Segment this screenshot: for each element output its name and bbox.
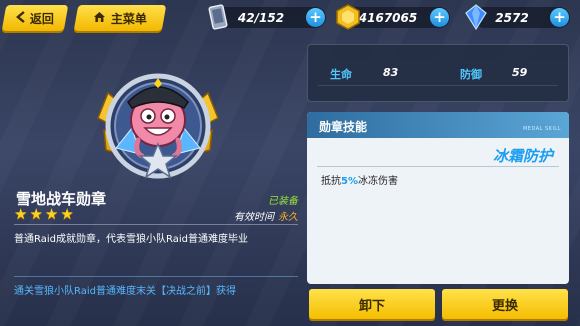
medal-art [97, 73, 219, 179]
validity-label: 有效时间 [234, 212, 274, 223]
skill-desc-suffix: 冰冻伤害 [357, 176, 398, 187]
home-button[interactable]: 主菜单 [73, 5, 167, 31]
defense-value: 59 [512, 66, 528, 79]
equipped-status: 已装备 [268, 196, 298, 207]
medal-skill-panel: 勋章技能 MEDAL SKILL 冰霜防护 抵抗5%冰冻伤害 [307, 112, 569, 284]
skill-header-title: 勋章技能 [319, 120, 368, 134]
validity-value: 永久 [278, 212, 298, 223]
crystal-gem-icon [462, 3, 490, 31]
skill-name: 冰霜防护 [492, 147, 553, 165]
unequip-button[interactable]: 卸下 [309, 289, 435, 319]
back-arrow-icon [16, 10, 26, 26]
skill-desc-value: 5% [341, 176, 358, 187]
home-icon [93, 11, 106, 26]
gold-coin-icon [334, 3, 362, 31]
star-icon: ★ [60, 205, 74, 223]
top-bar: 返回 主菜单 42/152 + 4167065 + 2572 + [0, 0, 580, 36]
skill-description: 抵抗5%冰冻伤害 [321, 172, 398, 187]
divider [14, 224, 298, 225]
replace-button[interactable]: 更换 [442, 289, 568, 319]
medal-star-rating: ★ ★ ★ ★ [14, 207, 74, 222]
add-crystal-button[interactable]: + [550, 8, 569, 27]
star-icon: ★ [29, 205, 43, 223]
star-icon: ★ [44, 205, 59, 223]
phone-stamina-icon [204, 3, 232, 31]
divider [14, 276, 298, 277]
defense-label: 防御 [460, 68, 482, 81]
hp-value: 83 [383, 66, 399, 79]
skill-desc-prefix: 抵抗 [321, 176, 341, 187]
stats-panel: 生命 83 防御 59 [307, 44, 569, 102]
obtain-method: 通关雪狼小队Raid普通难度末关【决战之前】获得 [14, 286, 236, 297]
back-button[interactable]: 返回 [1, 5, 69, 31]
home-label: 主菜单 [110, 11, 147, 26]
skill-header-subtitle: MEDAL SKILL [522, 126, 561, 132]
add-stamina-button[interactable]: + [306, 8, 325, 27]
add-gold-button[interactable]: + [430, 8, 449, 27]
back-label: 返回 [29, 11, 54, 26]
validity-row: 有效时间 永久 [234, 208, 298, 223]
medal-emblem [88, 58, 228, 188]
hp-label: 生命 [330, 68, 352, 81]
stamina-counter: 42/152 + [208, 4, 326, 30]
star-icon: ★ [14, 205, 28, 223]
divider [317, 166, 559, 167]
divider [318, 85, 558, 86]
skill-header: 勋章技能 MEDAL SKILL [307, 112, 569, 138]
crystal-counter: 2572 + [465, 4, 570, 31]
medal-description: 普通Raid成就勋章，代表雪狼小队Raid普通难度毕业 [14, 234, 248, 245]
gold-counter: 4167065 + [336, 4, 450, 30]
